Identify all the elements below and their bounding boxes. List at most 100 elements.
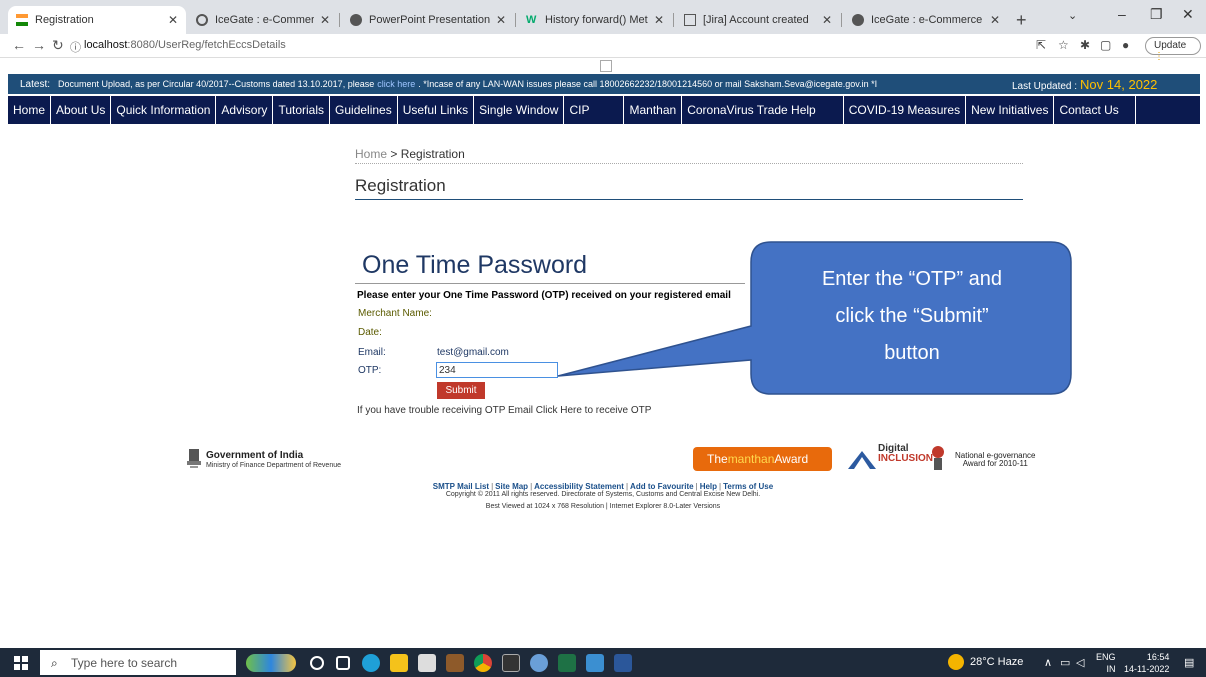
award3-line2: INCLUSION (878, 453, 933, 464)
menu-dots-icon: ⋮ (1154, 51, 1164, 62)
callout-text: Enter the “OTP” and click the “Submit” b… (753, 261, 1071, 372)
close-icon[interactable]: ✕ (320, 13, 330, 27)
menu-covid-19-measures[interactable]: COVID-19 Measures (844, 96, 967, 124)
merchant-name-label: Merchant Name: (358, 308, 432, 319)
footer-link-terms-of-use[interactable]: Terms of Use (723, 482, 773, 491)
menu-coronavirus-trade-help[interactable]: CoronaVirus Trade Help (682, 96, 844, 124)
callout-line-2: click the “Submit” (835, 305, 989, 327)
tab-label: Registration (35, 14, 94, 26)
menu-single-window[interactable]: Single Window (474, 96, 565, 124)
notifications-icon[interactable]: ▤ (1184, 656, 1194, 669)
minimize-icon[interactable]: – (1118, 6, 1126, 22)
close-icon[interactable]: ✕ (496, 13, 506, 27)
tab-powerpoint[interactable]: PowerPoint Presentation ✕ (342, 6, 514, 34)
otp-title: One Time Password (362, 251, 588, 279)
trouble-receiving-otp-link[interactable]: If you have trouble receiving OTP Email … (357, 405, 651, 416)
widgets-icon[interactable] (246, 654, 296, 672)
profile-icon[interactable]: ● (1122, 38, 1129, 52)
menu-quick-information[interactable]: Quick Information (111, 96, 217, 124)
mail-app-icon[interactable] (418, 654, 436, 672)
maximize-icon[interactable]: ❐ (1150, 6, 1163, 23)
network-icon[interactable]: ▭ (1060, 656, 1070, 669)
tab-history-forward[interactable]: W History forward() Method ✕ (518, 6, 672, 34)
menu-contact-us[interactable]: Contact Us (1054, 96, 1136, 124)
manthan-award-logo: ThemanthanAward (693, 447, 832, 471)
menu-new-initiatives[interactable]: New Initiatives (966, 96, 1055, 124)
url-field[interactable]: localhost:8080/UserReg/fetchEccsDetails (84, 39, 286, 51)
chrome-icon[interactable] (474, 654, 492, 672)
search-icon: ⌕ (51, 656, 58, 670)
best-viewed-note: Best Viewed at 1024 x 768 Resolution | I… (485, 503, 721, 510)
info-icon: ⓘ (70, 42, 81, 54)
breadcrumb-home-link[interactable]: Home (355, 147, 387, 161)
reload-icon[interactable]: ↻ (52, 37, 64, 54)
region-code: IN (1106, 664, 1116, 674)
app-icon[interactable] (446, 654, 464, 672)
taskbar-search-box[interactable]: ⌕ Type here to search (40, 650, 236, 675)
extensions-icon[interactable]: ✱ (1080, 38, 1090, 52)
national-egov-award-icon (932, 446, 944, 470)
breadcrumb-separator: > (390, 147, 398, 161)
india-flag-icon (16, 14, 28, 26)
terminal-icon[interactable] (502, 654, 520, 672)
menu-home[interactable]: Home (8, 96, 52, 124)
clock[interactable]: 16:54 14-11-2022 (1124, 651, 1169, 675)
footer-link-help[interactable]: Help (700, 482, 717, 491)
footer-link-smtp-mail-list[interactable]: SMTP Mail List (433, 482, 489, 491)
paint-icon[interactable] (530, 654, 548, 672)
menu-cip[interactable]: CIP (564, 96, 625, 124)
otp-input[interactable] (436, 362, 558, 378)
close-icon[interactable]: ✕ (990, 13, 1000, 27)
cortana-icon[interactable] (310, 656, 324, 670)
volume-muted-icon[interactable]: ◁ (1076, 656, 1084, 669)
tab-icegate-2[interactable]: IceGate : e-Commerce Portal ✕ (844, 6, 1008, 34)
tray-chevron-icon[interactable]: ∧ (1044, 656, 1052, 669)
footer-link-site-map[interactable]: Site Map (495, 482, 528, 491)
back-icon[interactable]: ← (12, 37, 26, 53)
footer-link-accessibility[interactable]: Accessibility Statement (534, 482, 624, 491)
ticker-label: Latest: (20, 78, 51, 90)
footer-links: SMTP Mail List | Site Map | Accessibility St… (432, 482, 774, 491)
share-icon[interactable]: ⇱ (1036, 38, 1046, 52)
tab-search-icon[interactable]: ⌄ (1068, 9, 1077, 22)
ticker-click-here-link[interactable]: click here (377, 79, 415, 89)
close-icon[interactable]: ✕ (654, 13, 664, 27)
mail-icon (684, 14, 696, 26)
snipping-tool-icon[interactable] (586, 654, 604, 672)
close-icon[interactable]: ✕ (822, 13, 832, 27)
menu-advisory[interactable]: Advisory (216, 96, 274, 124)
weather-icon[interactable] (948, 654, 964, 670)
forward-icon[interactable]: → (32, 37, 46, 53)
tab-jira[interactable]: [Jira] Account created ✕ (676, 6, 840, 34)
globe-icon (196, 14, 208, 26)
menu-useful-links[interactable]: Useful Links (398, 96, 475, 124)
menu-guidelines[interactable]: Guidelines (330, 96, 398, 124)
footer-link-add-to-favourite[interactable]: Add to Favourite (630, 482, 694, 491)
tab-icegate-1[interactable]: IceGate : e-Commerce Portal ✕ (188, 6, 338, 34)
globe-icon (350, 14, 362, 26)
update-button[interactable]: Update ⋮ (1145, 37, 1201, 62)
close-window-icon[interactable]: ✕ (1182, 6, 1194, 23)
menu-tutorials[interactable]: Tutorials (273, 96, 331, 124)
submit-button[interactable]: Submit (437, 382, 485, 399)
tab-registration[interactable]: Registration ✕ (8, 6, 186, 34)
award4-line2: Award for 2010-11 (962, 459, 1028, 468)
excel-icon[interactable] (558, 654, 576, 672)
ashoka-emblem-icon (187, 449, 201, 468)
edge-icon[interactable] (362, 654, 380, 672)
menu-manthan[interactable]: Manthan (624, 96, 683, 124)
bookmark-star-icon[interactable]: ☆ (1058, 38, 1069, 52)
tray-language[interactable]: ENG IN (1096, 651, 1116, 675)
taskbar-search-placeholder: Type here to search (71, 656, 178, 670)
award-manthan: manthan (727, 452, 775, 466)
windows-start-icon[interactable] (14, 656, 28, 670)
new-tab-icon[interactable]: + (1016, 10, 1027, 31)
tab-label: [Jira] Account created (703, 14, 809, 26)
side-panel-icon[interactable]: ▢ (1100, 38, 1111, 52)
task-view-icon[interactable] (336, 656, 350, 670)
weather-text[interactable]: 28°C Haze (970, 656, 1023, 668)
file-explorer-icon[interactable] (390, 654, 408, 672)
word-icon[interactable] (614, 654, 632, 672)
close-icon[interactable]: ✕ (168, 13, 178, 27)
menu-about-us[interactable]: About Us (51, 96, 112, 124)
